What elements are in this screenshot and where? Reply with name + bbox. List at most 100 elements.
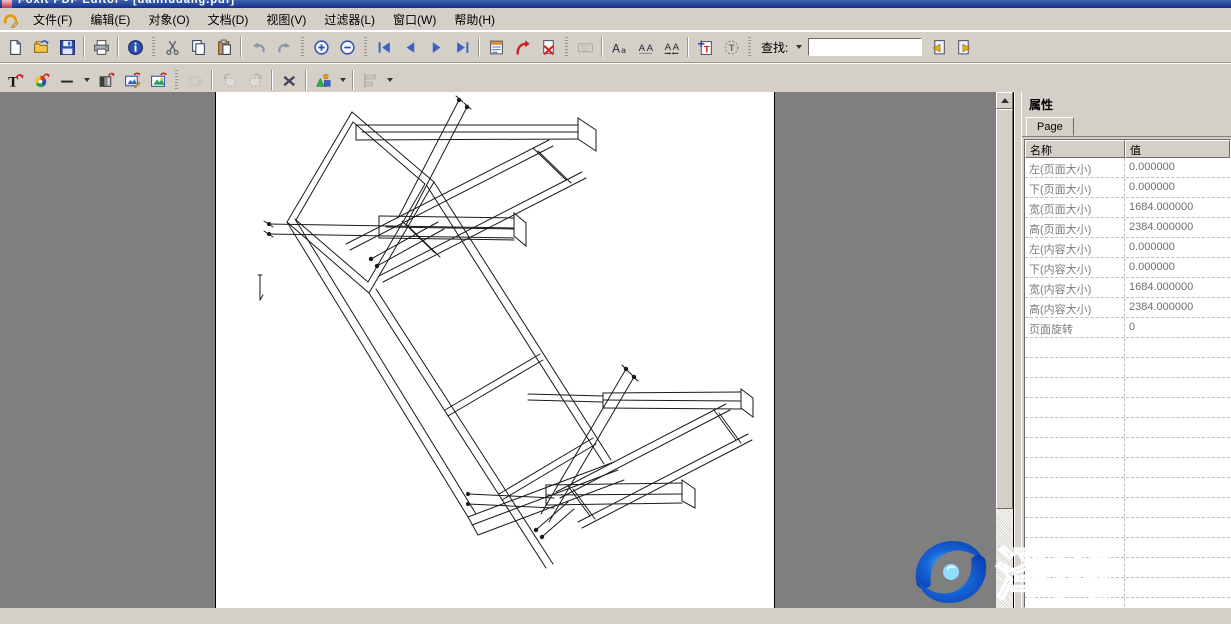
save-file-button[interactable] (54, 35, 80, 59)
line-style-button[interactable] (54, 68, 80, 92)
property-row[interactable]: 高(页面大小)2384.000000 (1025, 218, 1230, 238)
font-spacing-tool-button[interactable] (658, 35, 684, 59)
next-page-button[interactable] (423, 35, 449, 59)
menu-item-edit[interactable]: 编辑(E) (82, 9, 138, 30)
add-text-button[interactable] (692, 35, 718, 59)
new-document-icon (7, 39, 24, 56)
property-value[interactable]: 0.000000 (1125, 258, 1230, 277)
property-value[interactable]: 0.000000 (1125, 178, 1230, 197)
property-value[interactable]: 2384.000000 (1125, 218, 1230, 237)
menu-item-help[interactable]: 帮助(H) (446, 9, 503, 30)
property-value[interactable]: 1684.000000 (1125, 198, 1230, 217)
font-pair-tool-button[interactable] (632, 35, 658, 59)
pdf-page[interactable] (215, 92, 775, 608)
menu-item-view[interactable]: 视图(V) (258, 9, 314, 30)
undo-icon (250, 39, 267, 56)
toolbar-gripper[interactable] (748, 37, 751, 57)
property-row[interactable]: 宽(页面大小)1684.000000 (1025, 198, 1230, 218)
rotate-object-left-button[interactable] (216, 68, 242, 92)
text-circle-tool-button[interactable] (718, 35, 744, 59)
add-text-object-button[interactable] (2, 68, 28, 92)
toolbar-gripper[interactable] (565, 37, 568, 57)
find-dropdown[interactable] (792, 36, 805, 58)
print-button[interactable] (88, 35, 114, 59)
font-size-tool-button[interactable] (606, 35, 632, 59)
paste-button[interactable] (211, 35, 237, 59)
menu-item-filter[interactable]: 过滤器(L) (316, 9, 383, 30)
select-tool-button[interactable] (182, 68, 208, 92)
property-row-empty (1025, 538, 1230, 558)
property-label (1025, 518, 1125, 537)
property-value[interactable]: 0.000000 (1125, 158, 1230, 177)
menu-item-file[interactable]: 文件(F) (25, 9, 80, 30)
property-row-empty (1025, 398, 1230, 418)
page-form-button[interactable] (483, 35, 509, 59)
edit-image-button[interactable] (119, 68, 145, 92)
property-value (1125, 458, 1230, 477)
toolbar-gripper[interactable] (364, 37, 367, 57)
page-form-icon (488, 39, 505, 56)
property-value[interactable]: 0.000000 (1125, 238, 1230, 257)
cut-button[interactable] (159, 35, 185, 59)
menu-item-object[interactable]: 对象(O) (140, 9, 197, 30)
revert-document-button[interactable] (509, 35, 535, 59)
insert-shape-button[interactable] (310, 68, 336, 92)
column-header-value[interactable]: 值 (1125, 140, 1230, 158)
property-row-empty (1025, 558, 1230, 578)
toolbar-separator (478, 37, 480, 57)
find-next-button[interactable] (951, 35, 977, 59)
align-objects-button[interactable] (357, 68, 383, 92)
property-row[interactable]: 高(内容大小)2384.000000 (1025, 298, 1230, 318)
find-previous-button[interactable] (925, 35, 951, 59)
prev-page-icon (402, 39, 419, 56)
property-row[interactable]: 下(内容大小)0.000000 (1025, 258, 1230, 278)
save-file-icon (59, 39, 76, 56)
delete-document-button[interactable] (535, 35, 561, 59)
property-row[interactable]: 左(页面大小)0.000000 (1025, 158, 1230, 178)
property-label (1025, 378, 1125, 397)
toolbar-gripper[interactable] (175, 70, 178, 90)
property-row[interactable]: 宽(内容大小)1684.000000 (1025, 278, 1230, 298)
document-info-button[interactable] (122, 35, 148, 59)
virtual-keyboard-button[interactable] (572, 35, 598, 59)
new-document-button[interactable] (2, 35, 28, 59)
property-row[interactable]: 页面旋转0 (1025, 318, 1230, 338)
replace-image-button[interactable] (145, 68, 171, 92)
menu-item-window[interactable]: 窗口(W) (385, 9, 444, 30)
line-style-dropdown[interactable] (80, 69, 93, 91)
property-row[interactable]: 左(内容大小)0.000000 (1025, 238, 1230, 258)
align-dropdown[interactable] (383, 69, 396, 91)
undo-button[interactable] (245, 35, 271, 59)
toolbar-gripper[interactable] (152, 37, 155, 57)
zoom-in-button[interactable] (308, 35, 334, 59)
fill-gradient-button[interactable] (93, 68, 119, 92)
rotate-object-right-button[interactable] (242, 68, 268, 92)
column-header-name[interactable]: 名称 (1025, 140, 1125, 158)
tab-page[interactable]: Page (1026, 117, 1074, 136)
rotate-object-left-icon (221, 72, 238, 89)
zoom-out-button[interactable] (334, 35, 360, 59)
scroll-up-button[interactable] (996, 92, 1013, 109)
first-page-button[interactable] (371, 35, 397, 59)
delete-object-button[interactable] (276, 68, 302, 92)
property-value (1125, 538, 1230, 557)
redo-button[interactable] (271, 35, 297, 59)
property-row[interactable]: 下(页面大小)0.000000 (1025, 178, 1230, 198)
prev-page-button[interactable] (397, 35, 423, 59)
shape-dropdown[interactable] (336, 69, 349, 91)
color-picker-button[interactable] (28, 68, 54, 92)
scrollbar-thumb[interactable] (996, 109, 1013, 509)
copy-button[interactable] (185, 35, 211, 59)
property-value[interactable]: 0 (1125, 318, 1230, 337)
last-page-button[interactable] (449, 35, 475, 59)
property-value[interactable]: 1684.000000 (1125, 278, 1230, 297)
property-value[interactable]: 2384.000000 (1125, 298, 1230, 317)
open-file-button[interactable] (28, 35, 54, 59)
toolbar-separator (601, 37, 603, 57)
property-row-empty (1025, 358, 1230, 378)
vertical-scrollbar[interactable] (996, 92, 1013, 608)
menu-item-document[interactable]: 文档(D) (200, 9, 257, 30)
toolbar-gripper[interactable] (301, 37, 304, 57)
rotate-object-right-icon (247, 72, 264, 89)
find-input[interactable] (808, 38, 922, 56)
